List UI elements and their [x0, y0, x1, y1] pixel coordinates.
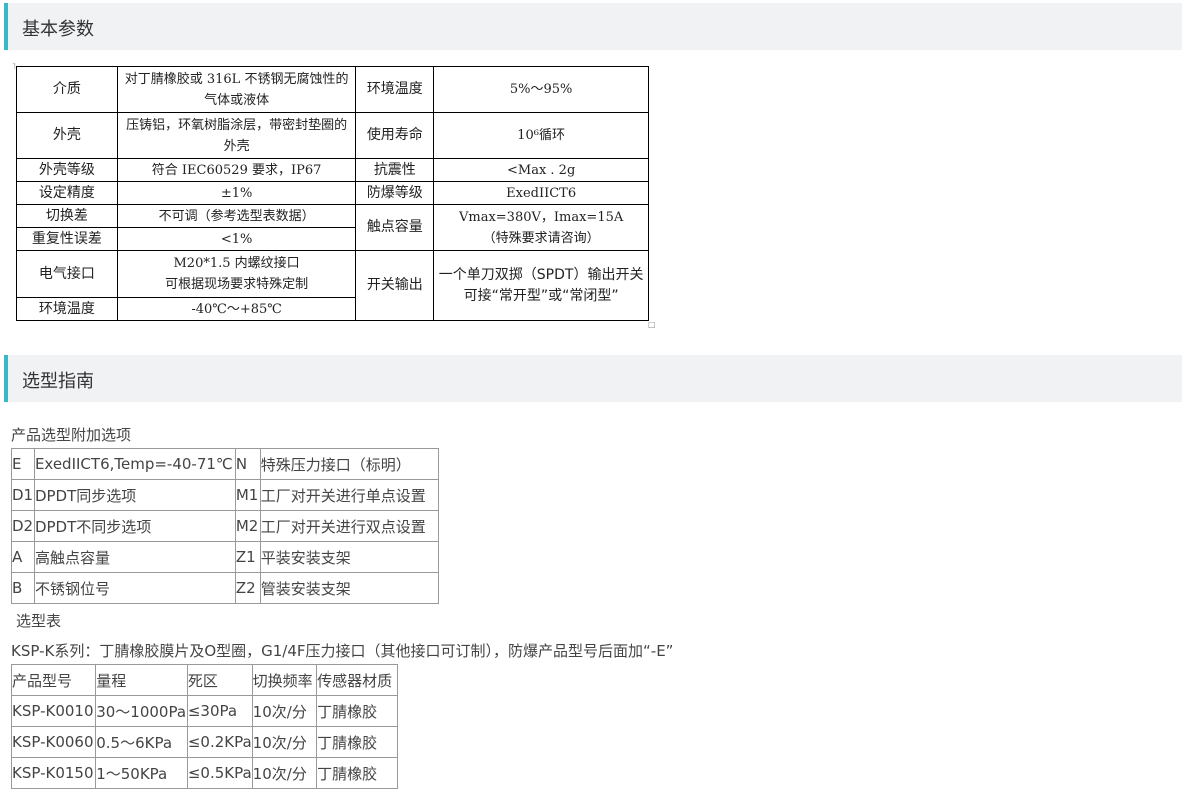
param-label: 设定精度: [16, 181, 118, 205]
table-header-row: 产品型号 量程 死区 切换频率 传感器材质: [10, 664, 398, 696]
param-label: 切换差: [16, 204, 118, 228]
table-cell: 30～1000Pa: [95, 695, 188, 727]
options-caption: 产品选型附加选项: [11, 426, 132, 444]
param-label: 电气接口: [16, 250, 118, 298]
option-desc: 特殊压力接口（标明）: [259, 448, 440, 480]
param-label: 开关输出: [355, 250, 435, 321]
param-value: 一个单刀双掷（SPDT）输出开关可接“常开型”或“常闭型”: [433, 250, 649, 321]
table-row: 电气接口 M20*1.5 内螺纹接口 可根据现场要求特殊定制 开关输出 一个单刀…: [16, 250, 649, 321]
table-cell: 丁腈橡胶: [316, 695, 398, 727]
param-value: <1%: [116, 227, 357, 251]
option-code: Z1: [234, 541, 261, 573]
table-row: D2 DPDT不同步选项 M2 工厂对开关进行双点设置: [11, 510, 440, 542]
table-cell: 10次/分: [251, 726, 318, 758]
table-cell: 10次/分: [251, 695, 318, 727]
column-header: 产品型号: [10, 664, 97, 696]
table-cell: KSP-K0150: [10, 757, 97, 789]
section-header-selection-guide: 选型指南: [4, 355, 1182, 402]
table-cell: KSP-K0060: [10, 726, 97, 758]
table-cell: 丁腈橡胶: [316, 726, 398, 758]
column-header: 死区: [186, 664, 253, 696]
param-value: 对丁腈橡胶或 316L 不锈钢无腐蚀性的气体或液体: [116, 66, 357, 113]
table-cell: 0.5～6KPa: [95, 726, 188, 758]
param-value: M20*1.5 内螺纹接口 可根据现场要求特殊定制: [116, 250, 357, 298]
selection-caption: 选型表: [16, 612, 62, 630]
param-label: 触点容量: [355, 204, 435, 251]
param-value: 符合 IEC60529 要求，IP67: [116, 158, 357, 182]
option-desc: 管装安装支架: [259, 572, 440, 604]
param-label: 外壳等级: [16, 158, 118, 182]
electric-value-line: 可根据现场要求特殊定制: [165, 277, 309, 292]
option-code: Z2: [234, 572, 261, 604]
table-row: KSP-K0150 1～50KPa ≤0.5KPa 10次/分 丁腈橡胶: [10, 757, 398, 789]
option-desc: 工厂对开关进行双点设置: [259, 510, 440, 542]
corner-mark: □: [648, 320, 656, 329]
table-row: 切换差 不可调（参考选型表数据） 触点容量 Vmax=380V，Imax=15A…: [16, 204, 649, 251]
option-desc: 平装安装支架: [259, 541, 440, 573]
option-code: M1: [234, 479, 261, 511]
option-code: M2: [234, 510, 261, 542]
table-row: KSP-K0060 0.5～6KPa ≤0.2KPa 10次/分 丁腈橡胶: [10, 726, 398, 758]
param-label: 环境温度: [16, 297, 118, 321]
column-header: 传感器材质: [316, 664, 398, 696]
table-row: A 高触点容量 Z1 平装安装支架: [11, 541, 440, 573]
section-title: 选型指南: [22, 371, 94, 392]
table-row: KSP-K0010 30～1000Pa ≤30Pa 10次/分 丁腈橡胶: [10, 695, 398, 727]
param-value: ExedIICT6: [433, 181, 649, 205]
param-label: 防爆等级: [355, 181, 435, 205]
section-header-basic-params: 基本参数: [4, 3, 1182, 50]
table-row: B 不锈钢位号 Z2 管装安装支架: [11, 572, 440, 604]
contact-value-line: Vmax=380V，Imax=15A: [458, 209, 624, 225]
param-value: -40℃～+85℃: [116, 297, 357, 321]
param-label: 环境温度: [355, 66, 435, 113]
table-cell: ≤30Pa: [186, 695, 253, 727]
option-desc: ExedIICT6,Temp=-40-71℃: [33, 448, 236, 480]
table-row: E ExedIICT6,Temp=-40-71℃ N 特殊压力接口（标明）: [11, 448, 440, 480]
param-label: 抗震性: [355, 158, 435, 182]
param-value: 10⁶循环: [433, 112, 649, 159]
param-value: 压铸铝，环氧树脂涂层，带密封垫圈的外壳: [116, 112, 357, 159]
table-cell: 1～50KPa: [95, 757, 188, 789]
table-row: 外壳 压铸铝，环氧树脂涂层，带密封垫圈的外壳 使用寿命 10⁶循环: [16, 112, 649, 159]
column-header: 切换频率: [251, 664, 318, 696]
option-desc: DPDT不同步选项: [33, 510, 236, 542]
option-code: D1: [11, 479, 35, 511]
param-label: 外壳: [16, 112, 118, 159]
param-label: 介质: [16, 66, 118, 113]
table-cell: ≤0.2KPa: [186, 726, 253, 758]
param-value: Vmax=380V，Imax=15A （特殊要求请咨询）: [433, 204, 649, 251]
option-code: E: [11, 448, 35, 480]
basic-params-table: 介质 对丁腈橡胶或 316L 不锈钢无腐蚀性的气体或液体 环境温度 5%～95%…: [16, 66, 649, 321]
param-value: 不可调（参考选型表数据）: [116, 204, 357, 228]
option-code: A: [11, 541, 35, 573]
electric-value-line: M20*1.5 内螺纹接口: [173, 256, 300, 271]
option-desc: 工厂对开关进行单点设置: [259, 479, 440, 511]
option-desc: 不锈钢位号: [33, 572, 236, 604]
section-title: 基本参数: [22, 19, 94, 40]
table-cell: 10次/分: [251, 757, 318, 789]
option-desc: 高触点容量: [33, 541, 236, 573]
series-note: KSP-K系列：丁腈橡胶膜片及O型圈，G1/4F压力接口（其他接口可订制），防爆…: [11, 642, 674, 660]
option-desc: DPDT同步选项: [33, 479, 236, 511]
contact-value-line: （特殊要求请咨询）: [482, 230, 600, 246]
table-row: 外壳等级 符合 IEC60529 要求，IP67 抗震性 <Max . 2g: [16, 158, 649, 182]
param-value: 5%～95%: [433, 66, 649, 113]
param-label: 使用寿命: [355, 112, 435, 159]
table-row: 介质 对丁腈橡胶或 316L 不锈钢无腐蚀性的气体或液体 环境温度 5%～95%: [16, 66, 649, 113]
param-label: 重复性误差: [16, 227, 118, 251]
param-value: <Max . 2g: [433, 158, 649, 182]
table-cell: KSP-K0010: [10, 695, 97, 727]
options-table: E ExedIICT6,Temp=-40-71℃ N 特殊压力接口（标明） D1 DPDT…: [11, 448, 440, 604]
option-code: B: [11, 572, 35, 604]
table-cell: 丁腈橡胶: [316, 757, 398, 789]
table-row: D1 DPDT同步选项 M1 工厂对开关进行单点设置: [11, 479, 440, 511]
table-cell: ≤0.5KPa: [186, 757, 253, 789]
selection-table: 产品型号 量程 死区 切换频率 传感器材质 KSP-K0010 30～1000Pa ≤30Pa…: [10, 664, 398, 789]
table-row: 设定精度 ±1% 防爆等级 ExedIICT6: [16, 181, 649, 205]
option-code: N: [234, 448, 261, 480]
column-header: 量程: [95, 664, 188, 696]
option-code: D2: [11, 510, 35, 542]
param-value: ±1%: [116, 181, 357, 205]
